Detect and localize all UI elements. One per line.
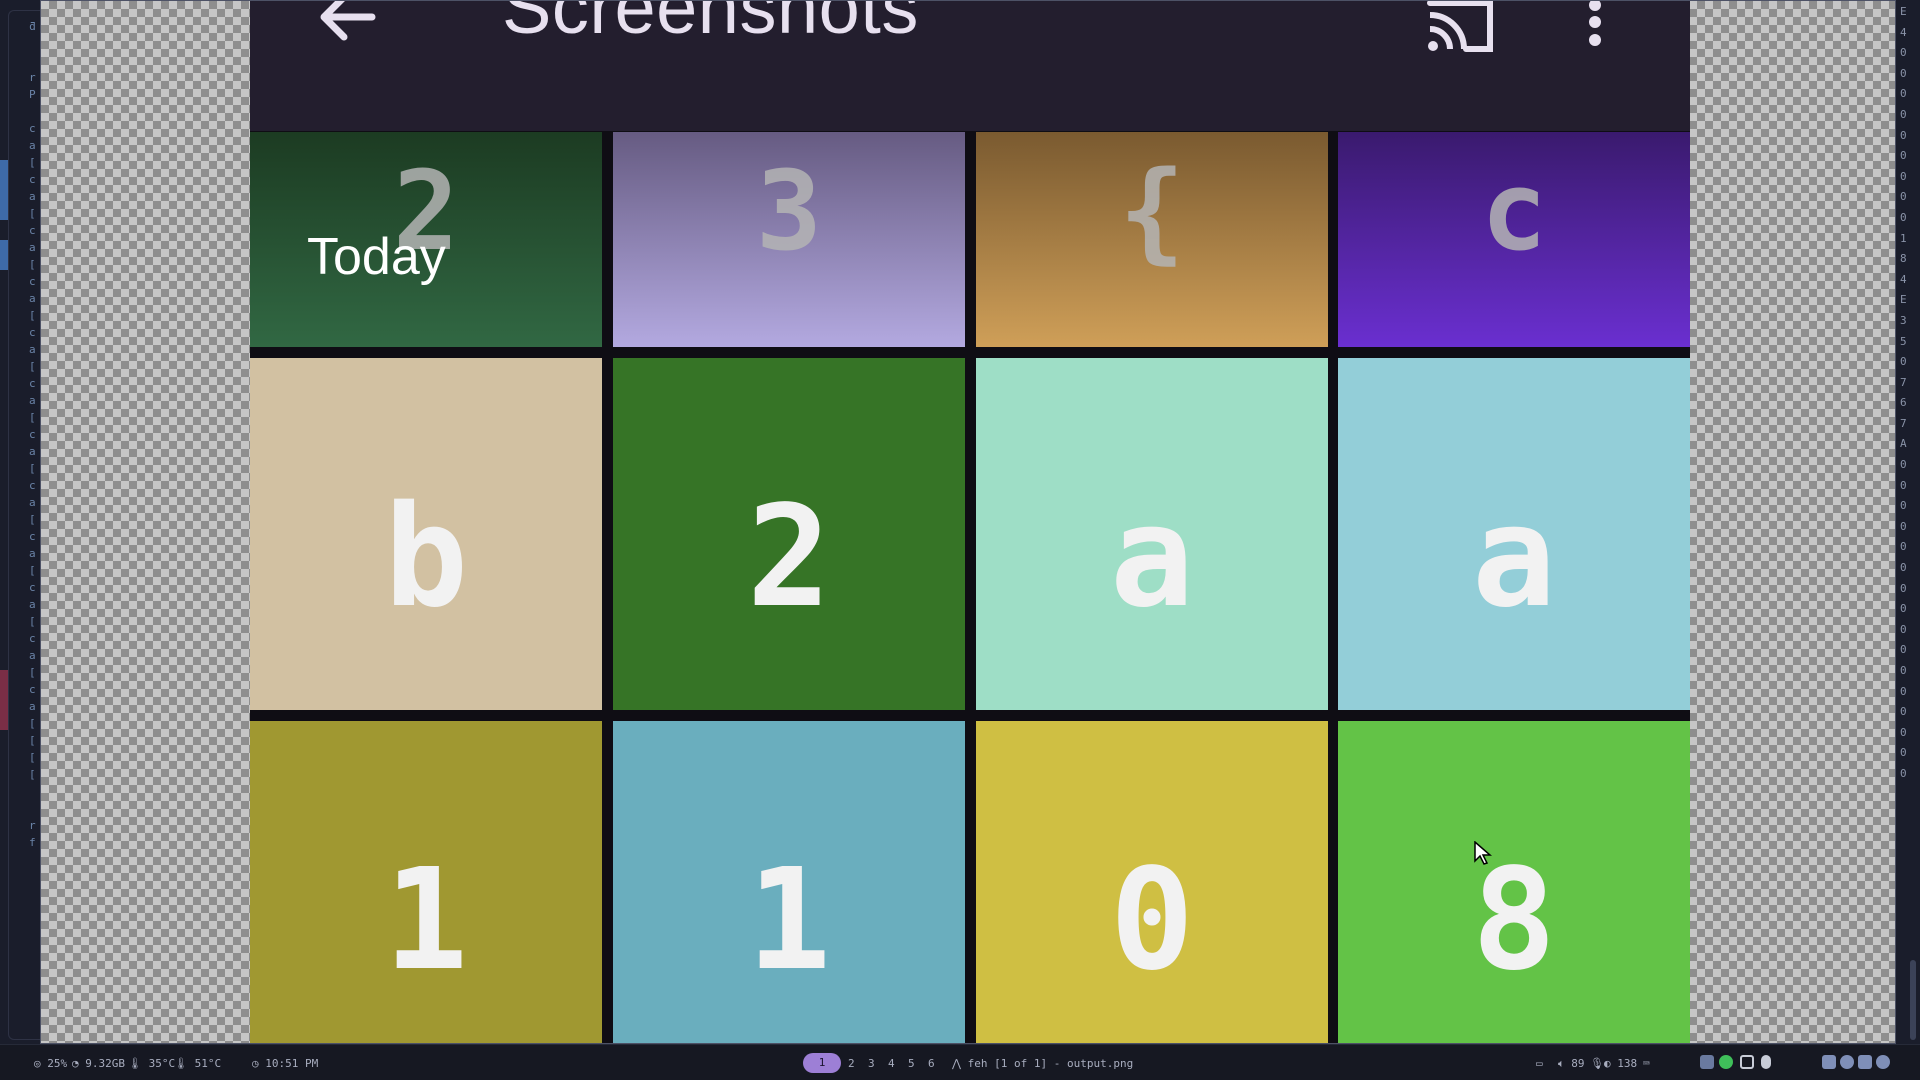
right-terminal-pane: E 4 0 0 0 0 0 0 0 0 0 1 8 4 E 3 5 0 7 6 … bbox=[1896, 0, 1920, 1044]
tile-glyph: b bbox=[383, 476, 469, 639]
tray-app-icon[interactable] bbox=[1700, 1055, 1714, 1069]
workspace-button[interactable]: 2 bbox=[848, 1057, 855, 1070]
left-terminal-pane: ƌ r P c a [ c a [ c a [ c a [ c a [ c a … bbox=[0, 0, 40, 1044]
photo-tile[interactable]: b bbox=[250, 358, 602, 710]
section-date-label: Today bbox=[307, 228, 446, 286]
workspace-button-active[interactable]: 1 bbox=[803, 1053, 841, 1073]
tile-glyph: 3 bbox=[755, 147, 823, 275]
tile-glyph: a bbox=[1109, 476, 1195, 639]
terminal-text: E 4 0 0 0 0 0 0 0 0 0 1 8 4 E 3 5 0 7 6 … bbox=[1900, 5, 1907, 780]
arrow-back-icon[interactable] bbox=[310, 1, 380, 65]
terminal-accent-blue bbox=[0, 240, 8, 270]
tray-window-icon[interactable] bbox=[1740, 1055, 1754, 1069]
terminal-accent-blue bbox=[0, 160, 8, 220]
mouse-cursor-icon bbox=[1474, 841, 1492, 865]
tile-glyph: 2 bbox=[746, 476, 832, 639]
workspace-button[interactable]: 6 bbox=[928, 1057, 935, 1070]
brightness-indicator[interactable]: ◐ 138 bbox=[1604, 1057, 1637, 1070]
system-status-bar: ◎ 25% ◔ 9.32GB 🌡︎ 35°C 🌡︎ 51°C ◷ 10:51 P… bbox=[0, 1044, 1920, 1080]
photo-tile[interactable]: 1 bbox=[613, 721, 965, 1043]
keyboard-icon[interactable]: ⌨︎ bbox=[1643, 1057, 1650, 1070]
page-title: Screenshots bbox=[502, 1, 919, 49]
workspace-button[interactable]: 5 bbox=[908, 1057, 915, 1070]
whatsapp-icon[interactable] bbox=[1719, 1055, 1733, 1069]
photo-tile[interactable]: 2 bbox=[613, 358, 965, 710]
tray-icon[interactable] bbox=[1858, 1055, 1872, 1069]
memory-usage: ◔ 9.32GB bbox=[72, 1057, 125, 1070]
terminal-accent-red bbox=[0, 670, 8, 730]
tile-glyph: { bbox=[1118, 147, 1186, 275]
photo-tile[interactable]: 1 bbox=[250, 721, 602, 1043]
terminal-text: ƌ r P c a [ c a [ c a [ c a [ c a [ c a … bbox=[29, 20, 36, 849]
photo-tile[interactable]: { bbox=[976, 132, 1328, 347]
photo-tile[interactable]: c bbox=[1338, 132, 1690, 347]
photo-tile[interactable]: a bbox=[976, 358, 1328, 710]
tray-icon[interactable] bbox=[1876, 1055, 1890, 1069]
cpu-temperature: 🌡︎ 35°C bbox=[128, 1057, 176, 1070]
tile-glyph: 0 bbox=[1109, 839, 1195, 1002]
photo-tile[interactable]: 3 bbox=[613, 132, 965, 347]
more-vert-icon[interactable] bbox=[1580, 1, 1610, 51]
app-bar: Screenshots bbox=[250, 1, 1690, 131]
volume-indicator[interactable]: 🔈︎ 89 bbox=[1558, 1057, 1584, 1071]
tile-glyph: 1 bbox=[746, 839, 832, 1002]
active-window-title: ⋀ feh [1 of 1] - output.png bbox=[952, 1057, 1134, 1070]
terminal-scrollbar[interactable] bbox=[1910, 960, 1916, 1040]
bluetooth-icon[interactable] bbox=[1761, 1055, 1771, 1069]
tile-glyph: a bbox=[1471, 476, 1557, 639]
cast-icon[interactable] bbox=[1418, 1, 1498, 53]
screenshot-image: Screenshots 2 Today 3 { c b 2 a a 1 1 0 … bbox=[250, 1, 1690, 1043]
photo-tile[interactable]: 0 bbox=[976, 721, 1328, 1043]
photo-tile[interactable]: 8 bbox=[1338, 721, 1690, 1043]
photo-tile[interactable]: a bbox=[1338, 358, 1690, 710]
tile-glyph: 1 bbox=[383, 839, 469, 1002]
clock[interactable]: ◷ 10:51 PM bbox=[252, 1057, 318, 1070]
image-viewer-window: Screenshots 2 Today 3 { c b 2 a a 1 1 0 … bbox=[40, 0, 1896, 1044]
workspace-button[interactable]: 4 bbox=[888, 1057, 895, 1070]
tray-icon[interactable] bbox=[1840, 1055, 1854, 1069]
tray-icon[interactable] bbox=[1822, 1055, 1836, 1069]
workspace-button[interactable]: 3 bbox=[868, 1057, 875, 1070]
gpu-temperature: 🌡︎ 51°C bbox=[174, 1057, 222, 1070]
microphone-icon[interactable]: 🎙︎ bbox=[1590, 1057, 1604, 1070]
cpu-usage: ◎ 25% bbox=[34, 1057, 68, 1070]
tile-glyph: c bbox=[1480, 147, 1548, 275]
tile-glyph: 8 bbox=[1471, 839, 1557, 1002]
photo-tile[interactable]: 2 Today bbox=[250, 132, 602, 347]
display-icon[interactable]: ▭ bbox=[1536, 1057, 1543, 1070]
